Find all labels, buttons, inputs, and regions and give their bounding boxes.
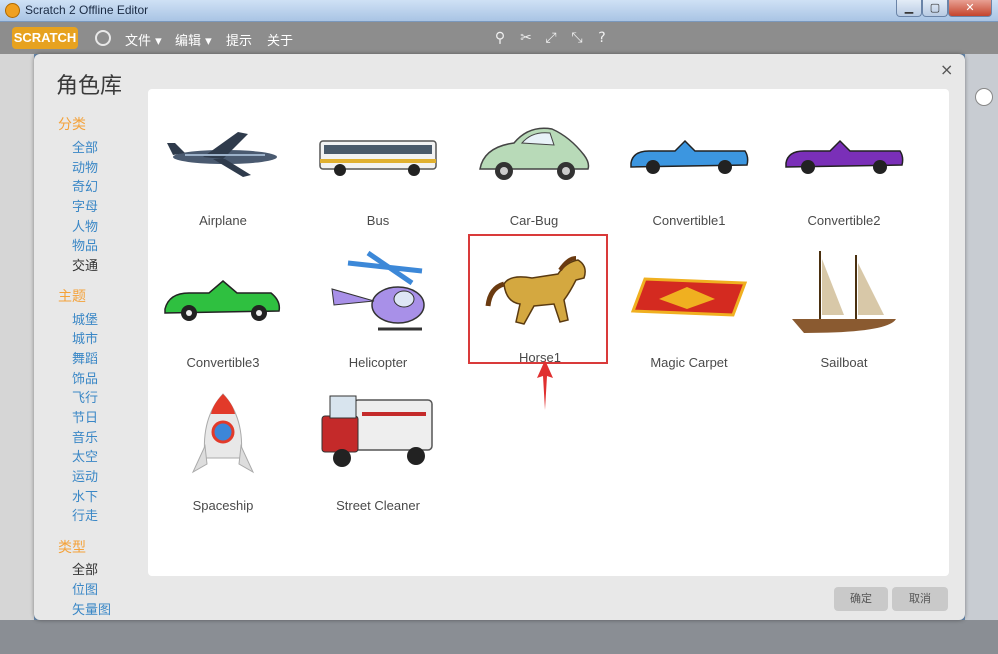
sprite-name: Airplane — [199, 213, 247, 228]
theme-castle[interactable]: 城堡 — [72, 309, 98, 328]
theme-music[interactable]: 音乐 — [72, 427, 98, 446]
type-header: 类型 — [58, 540, 86, 556]
maximize-button[interactable]: ▢ — [922, 0, 948, 17]
delete-scissors-icon[interactable]: ✂ — [518, 30, 534, 46]
theme-underwater[interactable]: 水下 — [72, 486, 98, 505]
theme-dress-up[interactable]: 饰品 — [72, 368, 98, 387]
category-animals[interactable]: 动物 — [72, 157, 98, 176]
grow-icon[interactable]: ⤢ — [543, 30, 559, 46]
window-title: Scratch 2 Offline Editor — [25, 3, 149, 17]
annotation-arrow — [537, 360, 553, 410]
sprite-name: Magic Carpet — [650, 355, 728, 370]
sprite-tile-car-bug[interactable]: Car-Bug — [464, 99, 604, 229]
airplane-icon — [167, 132, 277, 177]
menu-about[interactable]: 关于 — [267, 30, 293, 49]
sprite-tile-airplane[interactable]: Airplane — [153, 99, 293, 229]
horse-icon — [485, 256, 586, 325]
sprite-library-dialog: 角色库 × 分类 全部 动物 奇幻 字母 人物 物品 交通 主题 城堡 城市 舞… — [34, 54, 965, 620]
dialog-title: 角色库 — [56, 74, 123, 99]
duplicate-stamp-icon[interactable]: ⚲ — [492, 30, 508, 46]
sprite-tile-magic-carpet[interactable]: Magic Carpet — [619, 241, 759, 371]
sprite-name: Convertible3 — [186, 355, 260, 370]
sprite-name: Spaceship — [192, 498, 254, 513]
shrink-icon[interactable]: ⤡ — [569, 30, 585, 46]
magic-carpet-icon — [630, 277, 748, 317]
sprite-name: Bus — [366, 213, 390, 228]
street-cleaner-icon — [321, 395, 433, 467]
type-all[interactable]: 全部 — [72, 559, 98, 578]
menu-tips[interactable]: 提示 — [226, 30, 252, 49]
category-transportation[interactable]: 交通 — [72, 255, 98, 274]
category-people[interactable]: 人物 — [72, 216, 98, 235]
purple-convertible-icon — [785, 139, 904, 174]
type-bitmap[interactable]: 位图 — [72, 579, 98, 598]
scratch-logo[interactable]: SCRATCH — [12, 27, 78, 49]
globe-icon[interactable] — [95, 30, 111, 46]
category-things[interactable]: 物品 — [72, 235, 98, 254]
beetle-car-icon — [479, 127, 590, 180]
theme-flying[interactable]: 飞行 — [72, 387, 98, 406]
theme-walking[interactable]: 行走 — [72, 505, 98, 524]
theme-dance[interactable]: 舞蹈 — [72, 348, 98, 367]
sprite-tile-convertible2[interactable]: Convertible2 — [774, 99, 914, 229]
help-icon[interactable]: ? — [594, 30, 610, 46]
minimize-button[interactable]: ▁ — [896, 0, 922, 17]
theme-sports[interactable]: 运动 — [72, 466, 98, 485]
category-fantasy[interactable]: 奇幻 — [72, 176, 98, 195]
sprite-name: Convertible2 — [807, 213, 881, 228]
menu-edit[interactable]: 编辑 ▾ — [175, 30, 212, 49]
sprite-name: Street Cleaner — [336, 498, 420, 513]
editor-background-bottom — [0, 620, 998, 654]
category-letters[interactable]: 字母 — [72, 196, 98, 215]
theme-holiday[interactable]: 节日 — [72, 407, 98, 426]
type-vector[interactable]: 矢量图 — [72, 599, 111, 618]
cancel-button[interactable]: 取消 — [892, 587, 948, 611]
sprite-tile-bus[interactable]: Bus — [308, 99, 448, 229]
theme-city[interactable]: 城市 — [72, 328, 98, 347]
scratch-cat-icon — [5, 3, 20, 18]
sprite-name: Sailboat — [820, 355, 868, 370]
editor-background-left — [0, 54, 34, 654]
ok-button[interactable]: 确定 — [834, 587, 888, 611]
menu-file[interactable]: 文件 ▾ — [125, 30, 162, 49]
theme-space[interactable]: 太空 — [72, 446, 98, 465]
sprite-tile-convertible3[interactable]: Convertible3 — [153, 241, 293, 371]
help-panel-icon[interactable] — [975, 88, 993, 106]
sprite-tile-street-cleaner[interactable]: Street Cleaner — [308, 384, 448, 514]
green-convertible-icon — [164, 280, 281, 321]
editor-background-right — [965, 54, 998, 654]
sprite-tile-sailboat[interactable]: Sailboat — [774, 241, 914, 371]
sprite-name: Car-Bug — [509, 213, 559, 228]
helicopter-icon — [331, 250, 425, 331]
sprite-name: Helicopter — [348, 355, 408, 370]
window-titlebar: Scratch 2 Offline Editor ▁ ▢ ✕ — [0, 0, 998, 22]
sprite-name: Convertible1 — [652, 213, 726, 228]
sprite-tile-helicopter[interactable]: Helicopter — [308, 241, 448, 371]
blue-convertible-icon — [630, 139, 749, 174]
window-close-button[interactable]: ✕ — [948, 0, 992, 17]
bus-icon — [319, 140, 437, 176]
sprite-tile-spaceship[interactable]: Spaceship — [153, 384, 293, 514]
sailboat-icon — [792, 251, 896, 333]
dialog-close-button[interactable]: × — [940, 60, 953, 79]
sprite-tile-horse1[interactable]: Horse1 — [468, 234, 608, 365]
rocket-icon — [191, 393, 255, 474]
sprite-tile-convertible1[interactable]: Convertible1 — [619, 99, 759, 229]
theme-header: 主题 — [58, 289, 86, 305]
scratch-menubar: SCRATCH 文件 ▾ 编辑 ▾ 提示 关于 ⚲ ✂ ⤢ ⤡ ? — [0, 22, 998, 54]
sprite-grid: Airplane Bus Car-Bug Convertible1 Conver… — [148, 89, 949, 576]
category-all[interactable]: 全部 — [72, 137, 98, 156]
category-header: 分类 — [58, 117, 86, 133]
